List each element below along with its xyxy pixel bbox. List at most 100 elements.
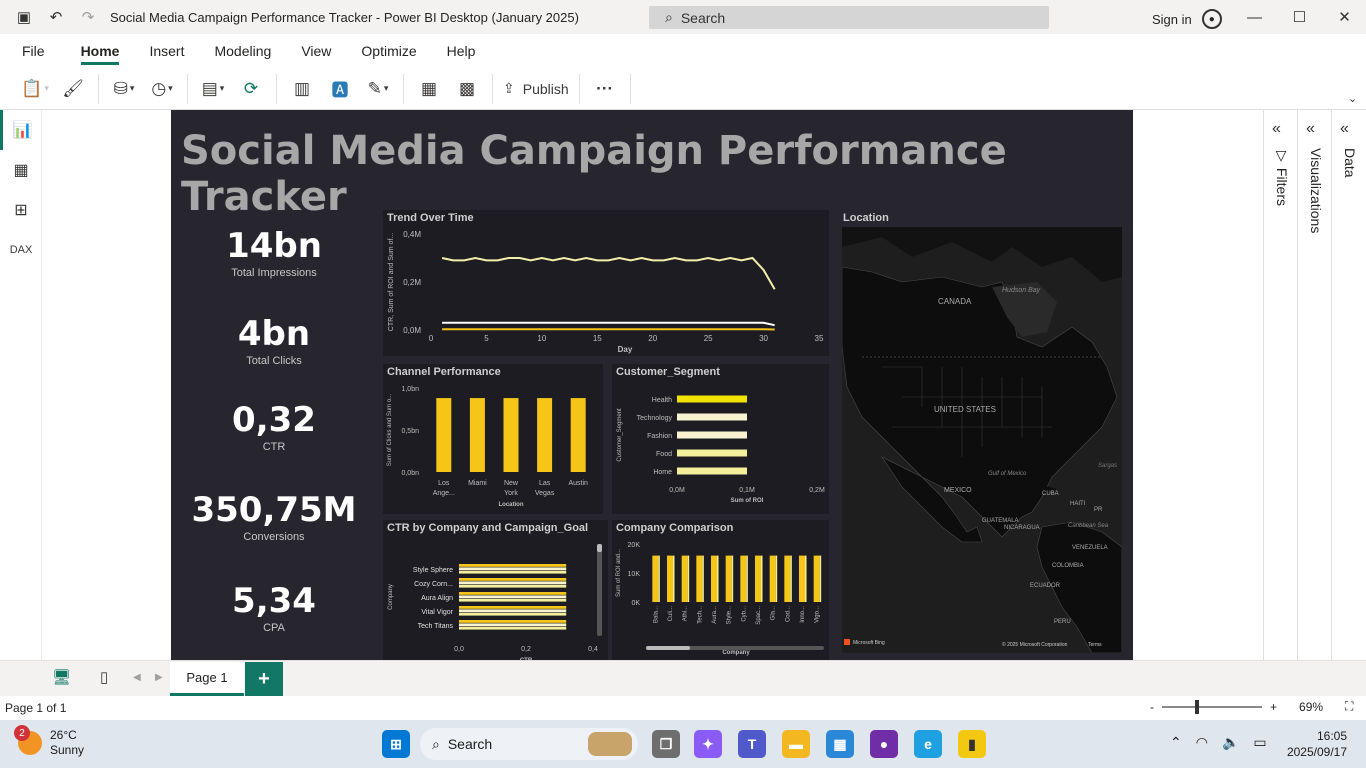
channel-chart-panel[interactable]: Channel Performance 0,0bn 0,5bn 1,0bn Sum o… <box>383 364 603 514</box>
kpi-card[interactable]: 350,75M Conversions <box>191 490 357 543</box>
more-visuals-icon[interactable]: ✎ ▾ <box>363 73 393 105</box>
volume-icon[interactable]: 🔈 <box>1222 734 1239 751</box>
menu-optimize[interactable]: Optimize <box>361 37 416 65</box>
maximize-button[interactable]: ☐ <box>1277 0 1322 34</box>
github-icon[interactable]: ● <box>870 730 898 758</box>
chart-title: Channel Performance <box>387 366 501 378</box>
title-search-input[interactable]: ⌕ Search <box>649 6 1049 29</box>
table-view-icon[interactable]: ▦ <box>0 150 42 190</box>
task-view-icon[interactable]: ❐ <box>652 730 680 758</box>
menu-insert[interactable]: Insert <box>149 37 184 65</box>
expand-visualizations-icon[interactable]: « <box>1306 120 1315 138</box>
ribbon-divider <box>629 73 631 104</box>
map-label: MEXICO <box>944 487 972 494</box>
more-options-button[interactable]: ··· <box>590 73 620 105</box>
close-button[interactable]: ✕ <box>1322 0 1366 34</box>
page-tab[interactable]: Page 1 <box>170 662 244 696</box>
redo-icon[interactable]: ↷ <box>72 0 104 34</box>
scrollbar <box>597 544 602 636</box>
text-box-icon[interactable]: 🅰 <box>325 73 355 105</box>
x-tick-label: Spac... <box>756 606 762 625</box>
save-icon[interactable]: ▣ <box>8 0 40 34</box>
ribbon-divider <box>276 73 277 104</box>
format-painter-icon[interactable]: 🖌 <box>58 73 88 105</box>
y-tick-label: 0,0bn <box>401 470 419 477</box>
file-explorer-icon[interactable]: ▬ <box>782 730 810 758</box>
zoom-control[interactable]: - + 69% ⛶ <box>1150 699 1353 714</box>
undo-icon[interactable]: ↶ <box>40 0 72 34</box>
trend-chart-panel[interactable]: Trend Over Time 0,0M 0,2M 0,4M 0 5 10 15 20 25 30… <box>383 210 829 356</box>
status-bar: Page 1 of 1 - + 69% ⛶ <box>0 696 1366 720</box>
system-tray[interactable]: ⌃ ◠ 🔈 ▭ <box>1170 734 1267 751</box>
new-visual-icon[interactable]: ▥ <box>287 73 317 105</box>
teams-icon[interactable]: T <box>738 730 766 758</box>
kpi-card[interactable]: 14bn Total Impressions <box>191 226 357 279</box>
x-tick-label: Culi... <box>668 606 674 622</box>
zoom-out-button[interactable]: - <box>1150 700 1154 714</box>
publish-button[interactable]: ⇪ Publish <box>503 73 569 105</box>
minimize-button[interactable]: — <box>1232 0 1277 34</box>
expand-filters-icon[interactable]: « <box>1272 120 1281 138</box>
weather-widget[interactable]: 2 26°C Sunny <box>14 725 84 758</box>
dax-query-view-icon[interactable]: DAX <box>0 230 42 270</box>
filters-pane[interactable]: « ▽ Filters <box>1263 110 1297 660</box>
data-pane[interactable]: « Data <box>1331 110 1366 660</box>
sign-in-button[interactable]: Sign in ● <box>1152 9 1222 29</box>
add-page-button[interactable]: + <box>245 662 283 696</box>
zoom-in-button[interactable]: + <box>1270 700 1277 714</box>
menu-modeling[interactable]: Modeling <box>214 37 271 65</box>
model-view-icon[interactable]: ⊞ <box>0 190 42 230</box>
bar <box>459 598 567 602</box>
store-icon[interactable]: ▦ <box>826 730 854 758</box>
menu-view[interactable]: View <box>301 37 331 65</box>
kpi-card[interactable]: 5,34 CPA <box>191 581 357 634</box>
sun-icon: 2 <box>14 725 42 755</box>
scrollbar-thumb <box>646 646 690 650</box>
refresh-icon[interactable]: ⟳ <box>236 73 266 105</box>
map-panel[interactable]: Location CANADA Hudson Bay UNITED STATES… <box>839 210 1123 654</box>
battery-icon[interactable]: ▭ <box>1253 734 1266 751</box>
wifi-icon[interactable]: ◠ <box>1196 734 1208 751</box>
report-view-icon[interactable]: 📊 <box>0 110 42 150</box>
map-terms[interactable]: Terms <box>1088 642 1102 648</box>
map-label: PR <box>1094 507 1103 513</box>
map-label: Hudson Bay <box>1002 287 1041 294</box>
menu-home[interactable]: Home <box>80 37 120 65</box>
zoom-thumb[interactable] <box>1194 699 1199 714</box>
fit-to-page-icon[interactable]: ⛶ <box>1345 699 1353 714</box>
expand-data-icon[interactable]: « <box>1340 120 1349 138</box>
segment-chart-panel[interactable]: Customer_Segment Health Technology Fashion… <box>612 364 829 514</box>
menu-file[interactable]: File <box>22 37 45 65</box>
clock[interactable]: 16:05 2025/09/17 <box>1285 728 1347 760</box>
desktop-layout-icon[interactable]: 🖥 <box>52 668 71 686</box>
y-tick-label: 0,5bn <box>401 428 419 435</box>
copilot-icon[interactable]: ✦ <box>694 730 722 758</box>
powerbi-icon[interactable]: ▮ <box>958 730 986 758</box>
get-data-icon[interactable]: ⛁ ▾ <box>109 73 139 105</box>
kpi-card[interactable]: 0,32 CTR <box>191 400 357 453</box>
company-comparison-panel[interactable]: Company Comparison 0K 10K 20K Sum of ROI an… <box>612 520 829 660</box>
ctr-company-panel[interactable]: CTR by Company and Campaign_Goal Style S… <box>383 520 608 660</box>
kpi-value: 0,32 <box>232 400 316 440</box>
map-svg[interactable]: CANADA Hudson Bay UNITED STATES MEXICO G… <box>842 227 1122 653</box>
zoom-slider[interactable] <box>1162 699 1262 714</box>
ribbon-collapse-icon[interactable]: ⌄ <box>1348 92 1357 105</box>
y-tick-label: Vital Vigor <box>421 609 453 616</box>
quick-measure-icon[interactable]: ▩ <box>452 73 482 105</box>
new-measure-icon[interactable]: ▦ <box>414 73 444 105</box>
y-tick-label: 0,0M <box>403 326 421 335</box>
transform-data-icon[interactable]: ▤ ▾ <box>198 73 228 105</box>
kpi-card[interactable]: 4bn Total Clicks <box>191 314 357 367</box>
search-highlight-icon <box>588 732 632 756</box>
next-page-icon[interactable]: ▶ <box>155 672 163 683</box>
mobile-layout-icon[interactable]: ▯ <box>100 668 108 686</box>
paste-icon[interactable]: 📋 ▾ <box>20 73 50 105</box>
recent-sources-icon[interactable]: ◷ ▾ <box>147 73 177 105</box>
start-icon[interactable]: ⊞ <box>382 730 410 758</box>
prev-page-icon[interactable]: ◀ <box>133 672 141 683</box>
chevron-up-icon[interactable]: ⌃ <box>1170 734 1182 751</box>
menu-help[interactable]: Help <box>447 37 476 65</box>
edge-icon[interactable]: e <box>914 730 942 758</box>
taskbar-search[interactable]: ⌕ Search <box>420 728 638 760</box>
visualizations-pane[interactable]: « Visualizations <box>1297 110 1331 660</box>
